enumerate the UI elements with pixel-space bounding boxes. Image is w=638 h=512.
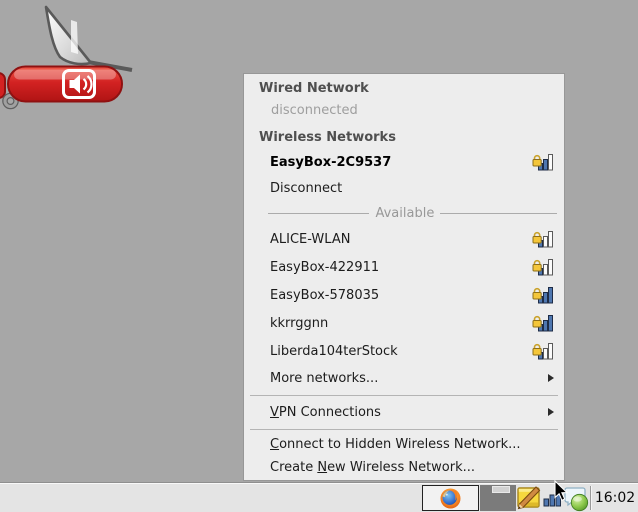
disconnect-label: Disconnect xyxy=(270,181,554,196)
wireless-networks-header: Wireless Networks xyxy=(244,125,564,149)
vpn-connections-label: VPN Connections xyxy=(270,405,548,420)
wifi-ssid-label: kkrrggnn xyxy=(270,316,532,331)
more-networks-menu-item[interactable]: More networks... xyxy=(244,365,564,391)
signal-strength-icon xyxy=(532,341,554,361)
menu-separator xyxy=(244,425,564,433)
sticky-note-icon[interactable] xyxy=(517,486,541,510)
wifi-network-item[interactable]: EasyBox-422911 xyxy=(244,253,564,281)
knife-tool-stub xyxy=(0,73,5,98)
firefox-task-button[interactable] xyxy=(422,485,479,511)
wifi-network-item[interactable]: kkrrggnn xyxy=(244,309,564,337)
wired-status-label: disconnected xyxy=(271,103,358,118)
network-manager-menu: Wired Network disconnected Wireless Netw… xyxy=(243,73,565,481)
menu-separator xyxy=(244,391,564,399)
wireless-networks-header-label: Wireless Networks xyxy=(259,130,396,145)
create-new-network-menu-item[interactable]: Create New Wireless Network... xyxy=(244,456,564,479)
workspace-switcher[interactable] xyxy=(480,485,516,511)
connected-ssid-label: EasyBox-2C9537 xyxy=(270,155,532,170)
signal-strength-icon xyxy=(532,152,554,172)
available-networks-list: ALICE-WLAN EasyBox-422911 EasyBox-578035 kk… xyxy=(244,225,564,365)
wifi-network-item[interactable]: ALICE-WLAN xyxy=(244,225,564,253)
wired-network-header-label: Wired Network xyxy=(259,81,369,96)
wired-network-status: disconnected xyxy=(244,99,564,121)
wired-network-header: Wired Network xyxy=(244,77,564,99)
knife-blade xyxy=(46,7,91,64)
pager-window-thumbnail xyxy=(492,486,510,493)
signal-strength-icon xyxy=(532,229,554,249)
signal-strength-icon xyxy=(532,152,554,172)
vpn-connections-menu-item[interactable]: VPN Connections xyxy=(244,399,564,425)
separator-line xyxy=(440,213,557,214)
mouse-cursor xyxy=(551,480,569,502)
desktop: { "logo": { "icon": "swiss-knife-volume-… xyxy=(0,0,638,512)
wifi-network-item[interactable]: Liberda104terStock xyxy=(244,337,564,365)
wifi-ssid-label: Liberda104terStock xyxy=(270,344,532,359)
taskbar: 16:02 xyxy=(0,482,638,512)
signal-strength-icon xyxy=(532,257,554,277)
panel-separator xyxy=(590,486,591,510)
submenu-arrow-icon xyxy=(548,374,554,382)
panel-clock[interactable]: 16:02 xyxy=(592,483,638,512)
firefox-icon xyxy=(439,487,462,510)
blade-highlight xyxy=(71,20,78,54)
connect-hidden-network-menu-item[interactable]: Connect to Hidden Wireless Network... xyxy=(244,433,564,456)
available-label: Available xyxy=(375,206,434,221)
disconnect-menu-item[interactable]: Disconnect xyxy=(244,175,564,201)
available-separator: Available xyxy=(244,201,564,225)
wifi-ssid-label: ALICE-WLAN xyxy=(270,232,532,247)
wifi-network-item[interactable]: EasyBox-578035 xyxy=(244,281,564,309)
separator-line xyxy=(268,213,369,214)
submenu-arrow-icon xyxy=(548,408,554,416)
signal-strength-icon xyxy=(532,313,554,333)
knife-ring-inner xyxy=(7,98,14,105)
create-new-label: Create New Wireless Network... xyxy=(270,460,475,475)
signal-strength-icon xyxy=(532,285,554,305)
connect-hidden-label: Connect to Hidden Wireless Network... xyxy=(270,437,521,452)
more-networks-label: More networks... xyxy=(270,371,548,386)
connected-network-item[interactable]: EasyBox-2C9537 xyxy=(244,149,564,175)
wifi-ssid-label: EasyBox-422911 xyxy=(270,260,532,275)
wifi-ssid-label: EasyBox-578035 xyxy=(270,288,532,303)
swiss-knife-volume-logo xyxy=(0,0,160,120)
